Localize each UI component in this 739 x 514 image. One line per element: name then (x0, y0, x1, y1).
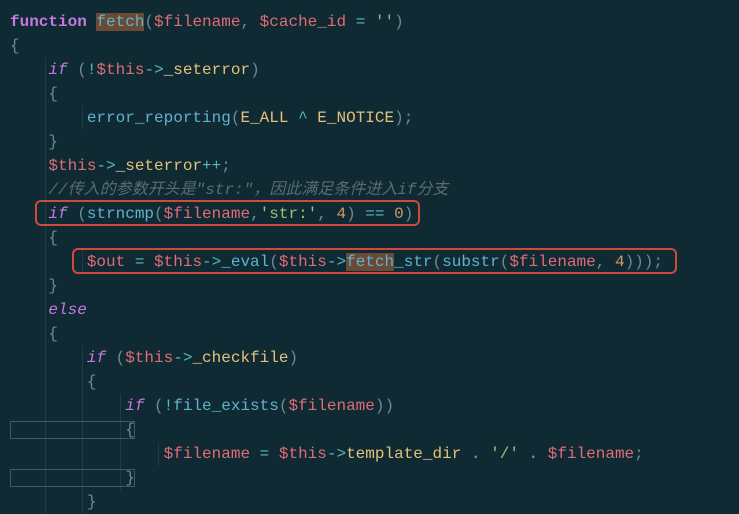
code-line: if ($this->_checkfile) (0, 346, 739, 370)
code-line: //传入的参数开头是"str:"，因此满足条件进入if分支 (0, 178, 739, 202)
code-line: $this->_seterror++; (0, 154, 739, 178)
method-highlight: fetch (346, 253, 394, 271)
code-line: } (0, 466, 739, 490)
code-line: $filename = $this->template_dir . '/' . … (0, 442, 739, 466)
code-line: { (0, 82, 739, 106)
function-name-highlight: fetch (96, 13, 144, 31)
code-line: } (0, 274, 739, 298)
keyword-function: function (10, 13, 87, 31)
brace-match: { (10, 421, 135, 439)
code-line: function fetch($filename, $cache_id = ''… (0, 10, 739, 34)
code-line: { (0, 322, 739, 346)
code-editor[interactable]: function fetch($filename, $cache_id = ''… (0, 10, 739, 514)
code-line: { (0, 418, 739, 442)
code-line: $out = $this->_eval($this->fetch_str(sub… (0, 250, 739, 274)
code-line: { (0, 34, 739, 58)
code-line: if (strncmp($filename,'str:', 4) == 0) (0, 202, 739, 226)
code-line: { (0, 226, 739, 250)
code-line: } (0, 130, 739, 154)
code-line: if (!$this->_seterror) (0, 58, 739, 82)
brace-match: } (10, 469, 135, 487)
code-line: } (0, 490, 739, 514)
code-line: if (!file_exists($filename)) (0, 394, 739, 418)
code-line: error_reporting(E_ALL ^ E_NOTICE); (0, 106, 739, 130)
comment: //传入的参数开头是"str:"，因此满足条件进入if分支 (48, 181, 448, 199)
code-line: else (0, 298, 739, 322)
code-line: { (0, 370, 739, 394)
